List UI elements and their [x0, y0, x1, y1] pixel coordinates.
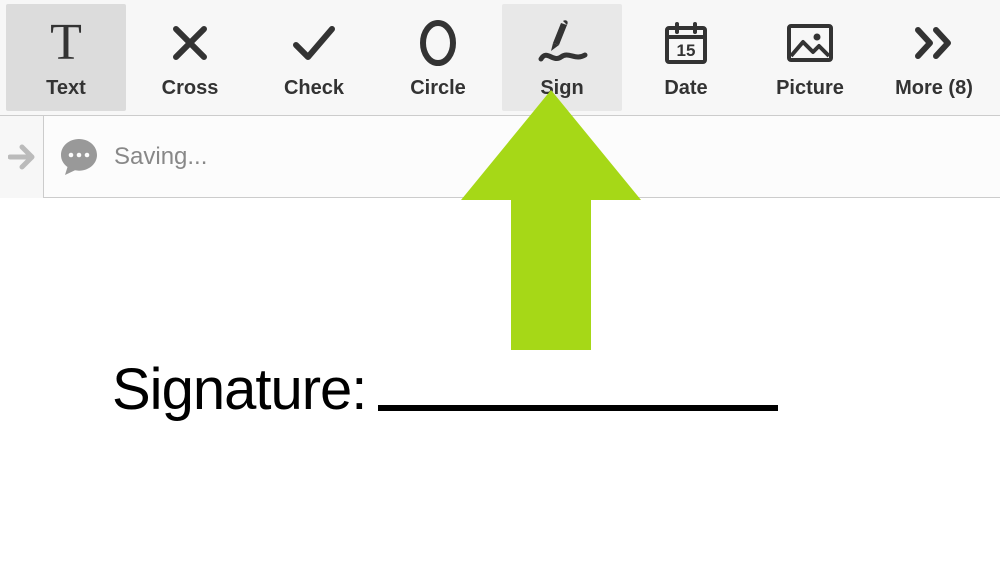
- status-text: Saving...: [114, 143, 207, 171]
- svg-text:T: T: [50, 19, 82, 67]
- check-icon: [290, 15, 338, 71]
- document-canvas[interactable]: Signature:: [0, 198, 1000, 575]
- sign-icon: [533, 15, 591, 71]
- calendar-icon: 15: [663, 15, 709, 71]
- signature-line[interactable]: [378, 405, 778, 411]
- picture-tool-button[interactable]: Picture: [750, 4, 870, 111]
- cross-icon: [168, 15, 212, 71]
- chat-bubble-icon: [58, 136, 100, 178]
- svg-text:15: 15: [677, 41, 696, 60]
- signature-label: Signature:: [112, 356, 366, 423]
- tool-label: Picture: [776, 77, 844, 100]
- arrow-right-icon: [8, 143, 36, 171]
- cross-tool-button[interactable]: Cross: [130, 4, 250, 111]
- text-tool-button[interactable]: T Text: [6, 4, 126, 111]
- tool-label: Text: [46, 77, 86, 100]
- tool-label: Check: [284, 77, 344, 100]
- tool-label: Cross: [162, 77, 219, 100]
- more-tool-button[interactable]: More (8): [874, 4, 994, 111]
- text-icon: T: [44, 15, 88, 71]
- status-forward-button[interactable]: [0, 116, 44, 198]
- picture-icon: [785, 15, 835, 71]
- tool-label: Circle: [410, 77, 466, 100]
- chevrons-right-icon: [910, 15, 958, 71]
- date-tool-button[interactable]: 15 Date: [626, 4, 746, 111]
- tool-label: More (8): [895, 77, 973, 100]
- circle-icon: [416, 15, 460, 71]
- annotation-arrow: [461, 90, 641, 365]
- check-tool-button[interactable]: Check: [254, 4, 374, 111]
- tool-label: Date: [664, 77, 707, 100]
- signature-field[interactable]: Signature:: [112, 356, 778, 423]
